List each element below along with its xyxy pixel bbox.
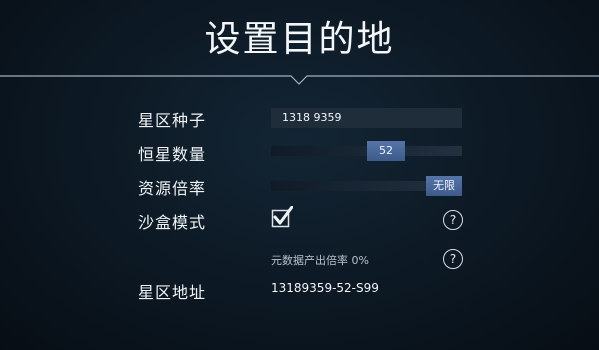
- cluster-address-value: 13189359-52-S99: [271, 281, 379, 295]
- metadata-output-text: 元数据产出倍率 0%: [271, 254, 369, 267]
- sandbox-label: 沙盒模式: [138, 213, 207, 232]
- star-count-slider[interactable]: 52: [271, 141, 462, 161]
- resource-multiplier-slider[interactable]: 无限: [271, 176, 462, 196]
- sandbox-help-icon[interactable]: ?: [443, 210, 463, 230]
- seed-label: 星区种子: [138, 111, 207, 130]
- star-count-slider-knob[interactable]: 52: [367, 141, 405, 161]
- star-count-label: 恒星数量: [138, 145, 207, 164]
- page-title: 设置目的地: [204, 19, 395, 60]
- seed-input[interactable]: [271, 108, 462, 128]
- address-label: 星区地址: [138, 283, 207, 302]
- resource-multiplier-label: 资源倍率: [138, 179, 207, 198]
- sandbox-checkbox[interactable]: [271, 206, 293, 228]
- checkmark-icon: [273, 206, 293, 225]
- header-divider: [0, 75, 599, 85]
- resource-multiplier-slider-knob[interactable]: 无限: [426, 176, 462, 196]
- metadata-help-icon[interactable]: ?: [443, 249, 463, 269]
